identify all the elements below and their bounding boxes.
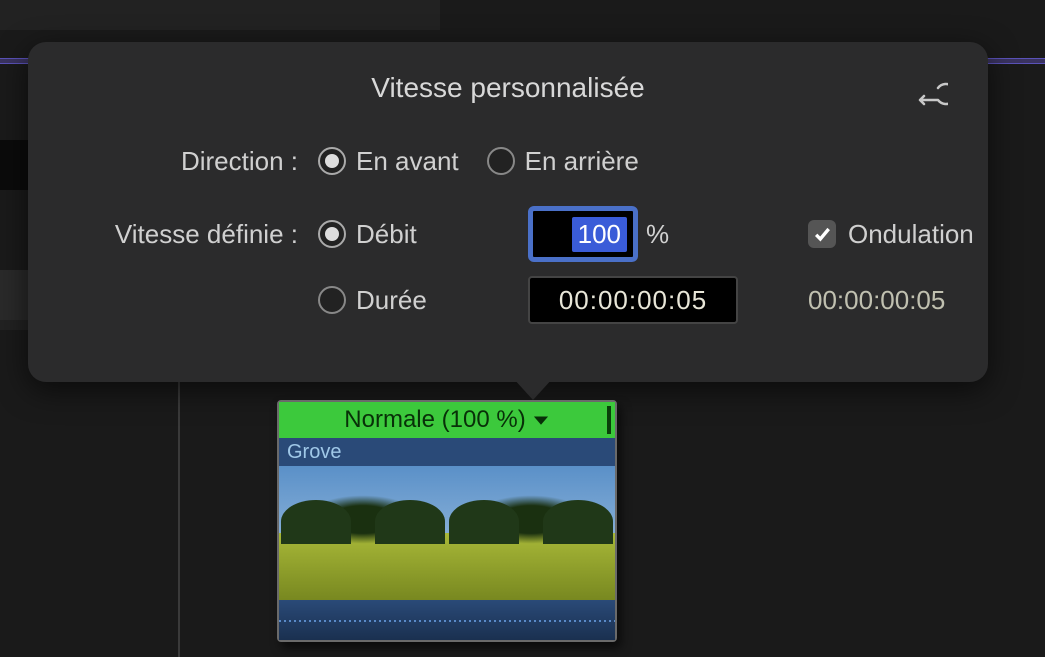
clip-thumbnail [279,466,447,600]
background-strip [0,0,440,30]
custom-speed-popover: Vitesse personnalisée Direction : En ava… [28,42,988,382]
checkbox-icon [808,220,836,248]
popover-title: Vitesse personnalisée [68,72,948,104]
clip-name-bar: Grove [279,438,615,466]
set-speed-rate-radio[interactable]: Débit [318,219,528,250]
rate-value: 100 [572,217,627,252]
clip-thumbnail [447,466,615,600]
check-icon [812,224,832,244]
clip-audio-waveform [279,600,615,640]
duration-row: Durée 00:00:00:05 00:00:00:05 [68,276,948,324]
radio-label: En avant [356,146,459,177]
radio-label: Débit [356,219,417,250]
set-speed-label: Vitesse définie : [68,219,318,250]
checkbox-label: Ondulation [848,219,974,250]
clip-name: Grove [287,441,341,464]
clip-speed-header[interactable]: Normale (100 %) [279,402,615,438]
background-strip [0,320,30,330]
rate-input[interactable]: 100 [528,206,638,262]
rate-row: Vitesse définie : Débit 100 % Ondulation [68,206,948,262]
duration-display: 00:00:00:05 [788,285,1028,316]
clip-speed-label: Normale (100 %) [344,406,525,434]
radio-icon [318,220,346,248]
set-speed-duration-radio[interactable]: Durée [318,285,528,316]
radio-icon [318,286,346,314]
duration-input[interactable]: 00:00:00:05 [528,276,738,324]
background-strip [0,270,30,320]
direction-radio-group: En avant En arrière [318,146,639,177]
chevron-down-icon [532,411,550,429]
radio-label: Durée [356,285,427,316]
reset-button[interactable] [914,82,948,116]
rate-input-wrap: 100 % [528,206,788,262]
direction-forward-radio[interactable]: En avant [318,146,459,177]
radio-icon [487,147,515,175]
undo-icon [914,82,948,116]
radio-icon [318,147,346,175]
direction-row: Direction : En avant En arrière [68,134,948,188]
ripple-checkbox[interactable]: Ondulation [788,219,1028,250]
direction-label: Direction : [68,146,318,177]
direction-reverse-radio[interactable]: En arrière [487,146,639,177]
radio-label: En arrière [525,146,639,177]
timeline-clip[interactable]: Normale (100 %) Grove [277,400,617,642]
percent-sign: % [646,219,669,250]
clip-thumbnails [279,466,615,600]
